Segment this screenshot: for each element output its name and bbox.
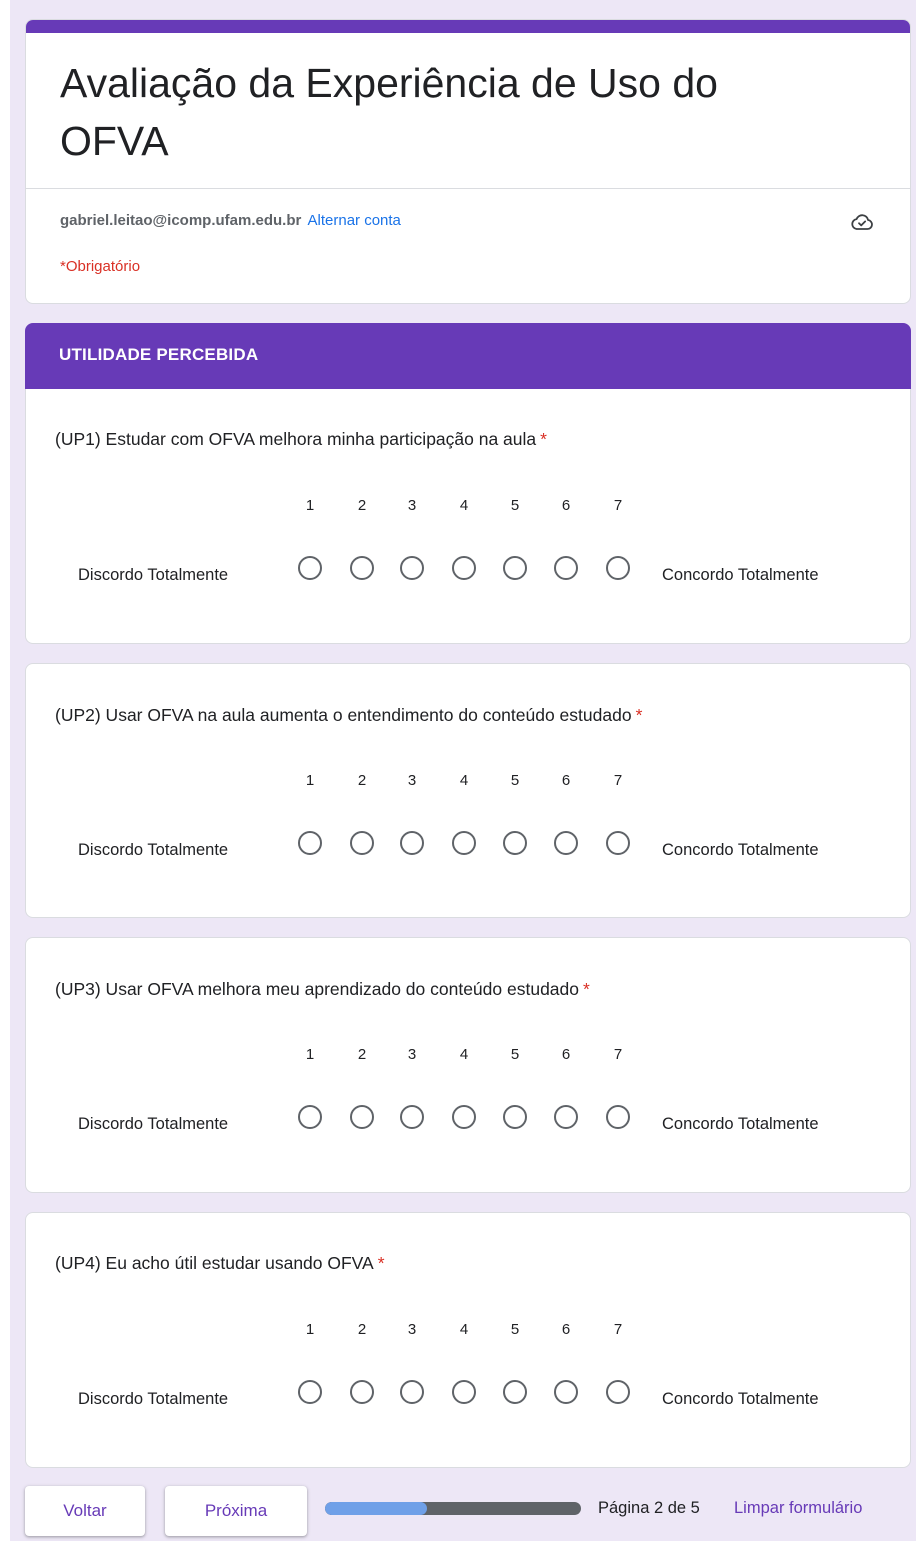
account-email: gabriel.leitao@icomp.ufam.edu.br [60, 212, 302, 229]
progress-bar [325, 1502, 581, 1515]
scale-number-1: 1 [305, 1321, 315, 1338]
scale-number-4: 4 [459, 1321, 469, 1338]
scale-number-3: 3 [407, 1046, 417, 1063]
account-row: gabriel.leitao@icomp.ufam.edu.br Alterna… [60, 211, 401, 231]
radio-option-5[interactable] [503, 831, 527, 855]
scale-left-label: Discordo Totalmente [78, 1115, 229, 1133]
page-indicator: Página 2 de 5 [598, 1499, 700, 1517]
scale-number-5: 5 [510, 497, 520, 514]
scale-right-label: Concordo Totalmente [662, 566, 819, 584]
radio-option-3[interactable] [400, 1105, 424, 1129]
scale-number-2: 2 [357, 1046, 367, 1063]
divider [26, 188, 910, 189]
scale-number-2: 2 [357, 1321, 367, 1338]
scale-number-3: 3 [407, 497, 417, 514]
question-title-text: (UP3) Usar OFVA melhora meu aprendizado … [55, 979, 580, 999]
radio-option-6[interactable] [554, 831, 578, 855]
scale-number-3: 3 [407, 1321, 417, 1338]
radio-option-4[interactable] [452, 1105, 476, 1129]
scale-number-6: 6 [561, 497, 571, 514]
section-title: UTILIDADE PERCEBIDA [59, 345, 259, 364]
scale-number-5: 5 [510, 772, 520, 789]
radio-option-2[interactable] [350, 1105, 374, 1129]
required-asterisk: * [540, 429, 547, 449]
scale-left-label: Discordo Totalmente [78, 841, 229, 859]
required-asterisk: * [635, 705, 643, 725]
radio-option-5[interactable] [503, 1380, 527, 1404]
radio-option-1[interactable] [298, 831, 322, 855]
radio-option-3[interactable] [400, 831, 424, 855]
radio-option-7[interactable] [606, 831, 630, 855]
scale-number-1: 1 [305, 1046, 315, 1063]
clear-form-button[interactable]: Limpar formulário [734, 1499, 862, 1518]
question-title: (UP2) Usar OFVA na aula aumenta o entend… [55, 703, 642, 727]
scale-right-label: Concordo Totalmente [662, 1115, 819, 1133]
radio-option-2[interactable] [350, 1380, 374, 1404]
scale-number-7: 7 [613, 772, 623, 789]
question-title: (UP4) Eu acho útil estudar usando OFVA * [55, 1251, 385, 1275]
back-button[interactable]: Voltar [25, 1486, 145, 1536]
radio-option-7[interactable] [606, 1105, 630, 1129]
progress-bar-fill [325, 1502, 428, 1515]
scale-left-label: Discordo Totalmente [78, 566, 229, 584]
scale-left-label: Discordo Totalmente [78, 1390, 229, 1408]
radio-option-1[interactable] [298, 1380, 322, 1404]
scale-right-label: Concordo Totalmente [662, 841, 819, 859]
scale-number-7: 7 [613, 497, 623, 514]
radio-option-1[interactable] [298, 1105, 322, 1129]
radio-option-6[interactable] [554, 1380, 578, 1404]
next-button[interactable]: Próxima [165, 1486, 307, 1536]
radio-option-6[interactable] [554, 556, 578, 580]
scale-number-4: 4 [459, 1046, 469, 1063]
radio-option-2[interactable] [350, 831, 374, 855]
header-accent-bar [26, 20, 910, 33]
radio-option-5[interactable] [503, 1105, 527, 1129]
scale-number-1: 1 [305, 772, 315, 789]
left-edge [0, 0, 10, 1541]
scale-number-2: 2 [357, 497, 367, 514]
required-asterisk: * [377, 1253, 385, 1273]
scale-number-6: 6 [561, 772, 571, 789]
scale-number-2: 2 [357, 772, 367, 789]
question-title-text: (UP4) Eu acho útil estudar usando OFVA [55, 1253, 374, 1273]
form-header-card: Avaliação da Experiência de Uso do OFVA … [25, 19, 911, 304]
radio-option-7[interactable] [606, 1380, 630, 1404]
scale-number-3: 3 [407, 772, 417, 789]
radio-option-4[interactable] [452, 1380, 476, 1404]
cloud-saved-icon[interactable] [850, 210, 874, 234]
radio-option-1[interactable] [298, 556, 322, 580]
form-title: Avaliação da Experiência de Uso do OFVA [60, 60, 718, 164]
form-page: Avaliação da Experiência de Uso do OFVA … [0, 0, 916, 1541]
radio-option-6[interactable] [554, 1105, 578, 1129]
question-title: (UP1) Estudar com OFVA melhora minha par… [55, 427, 547, 451]
radio-option-3[interactable] [400, 556, 424, 580]
question-card-up1: (UP1) Estudar com OFVA melhora minha par… [25, 389, 911, 644]
question-title-text: (UP1) Estudar com OFVA melhora minha par… [55, 429, 537, 449]
scale-number-5: 5 [510, 1321, 520, 1338]
radio-option-4[interactable] [452, 831, 476, 855]
radio-option-2[interactable] [350, 556, 374, 580]
scale-number-6: 6 [561, 1046, 571, 1063]
radio-option-3[interactable] [400, 1380, 424, 1404]
scale-number-4: 4 [459, 772, 469, 789]
scale-number-5: 5 [510, 1046, 520, 1063]
scale-number-1: 1 [305, 497, 315, 514]
required-note: *Obrigatório [60, 258, 141, 275]
radio-option-7[interactable] [606, 556, 630, 580]
scale-number-6: 6 [561, 1321, 571, 1338]
scale-number-4: 4 [459, 497, 469, 514]
required-asterisk: * [583, 979, 590, 999]
radio-option-5[interactable] [503, 556, 527, 580]
question-title-text: (UP2) Usar OFVA na aula aumenta o entend… [55, 705, 632, 725]
question-card-up2: (UP2) Usar OFVA na aula aumenta o entend… [25, 663, 911, 918]
question-card-up4: (UP4) Eu acho útil estudar usando OFVA * … [25, 1212, 911, 1468]
switch-account-link[interactable]: Alternar conta [308, 212, 401, 229]
scale-number-7: 7 [613, 1321, 623, 1338]
radio-option-4[interactable] [452, 556, 476, 580]
scale-right-label: Concordo Totalmente [662, 1390, 819, 1408]
question-title: (UP3) Usar OFVA melhora meu aprendizado … [55, 977, 590, 1001]
scale-number-7: 7 [613, 1046, 623, 1063]
section-header: UTILIDADE PERCEBIDA [25, 323, 911, 389]
question-card-up3: (UP3) Usar OFVA melhora meu aprendizado … [25, 937, 911, 1193]
